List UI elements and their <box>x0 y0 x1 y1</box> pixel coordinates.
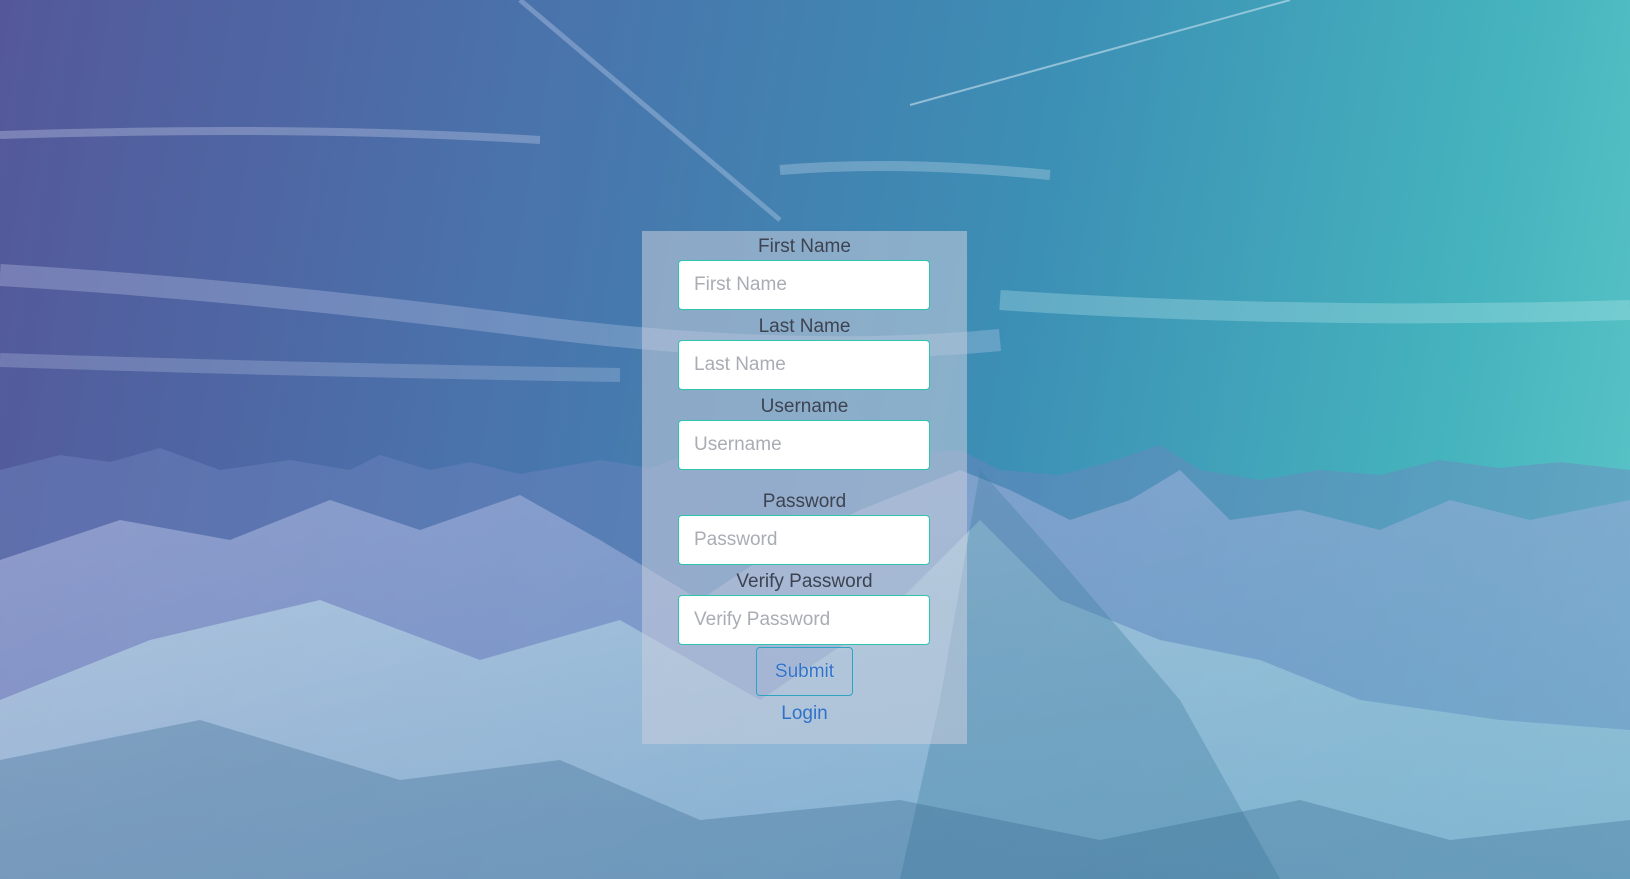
username-label: Username <box>760 396 849 417</box>
last-name-label: Last Name <box>758 316 851 337</box>
password-label: Password <box>762 491 847 512</box>
last-name-input[interactable] <box>678 340 930 390</box>
first-name-input[interactable] <box>678 260 930 310</box>
password-input[interactable] <box>678 515 930 565</box>
username-input[interactable] <box>678 420 930 470</box>
verify-password-input[interactable] <box>678 595 930 645</box>
signup-form: First Name Last Name Username Password V… <box>642 231 967 744</box>
submit-button[interactable]: Submit <box>756 647 853 696</box>
verify-password-label: Verify Password <box>736 571 873 592</box>
login-link[interactable]: Login <box>642 703 967 725</box>
first-name-label: First Name <box>758 236 851 257</box>
